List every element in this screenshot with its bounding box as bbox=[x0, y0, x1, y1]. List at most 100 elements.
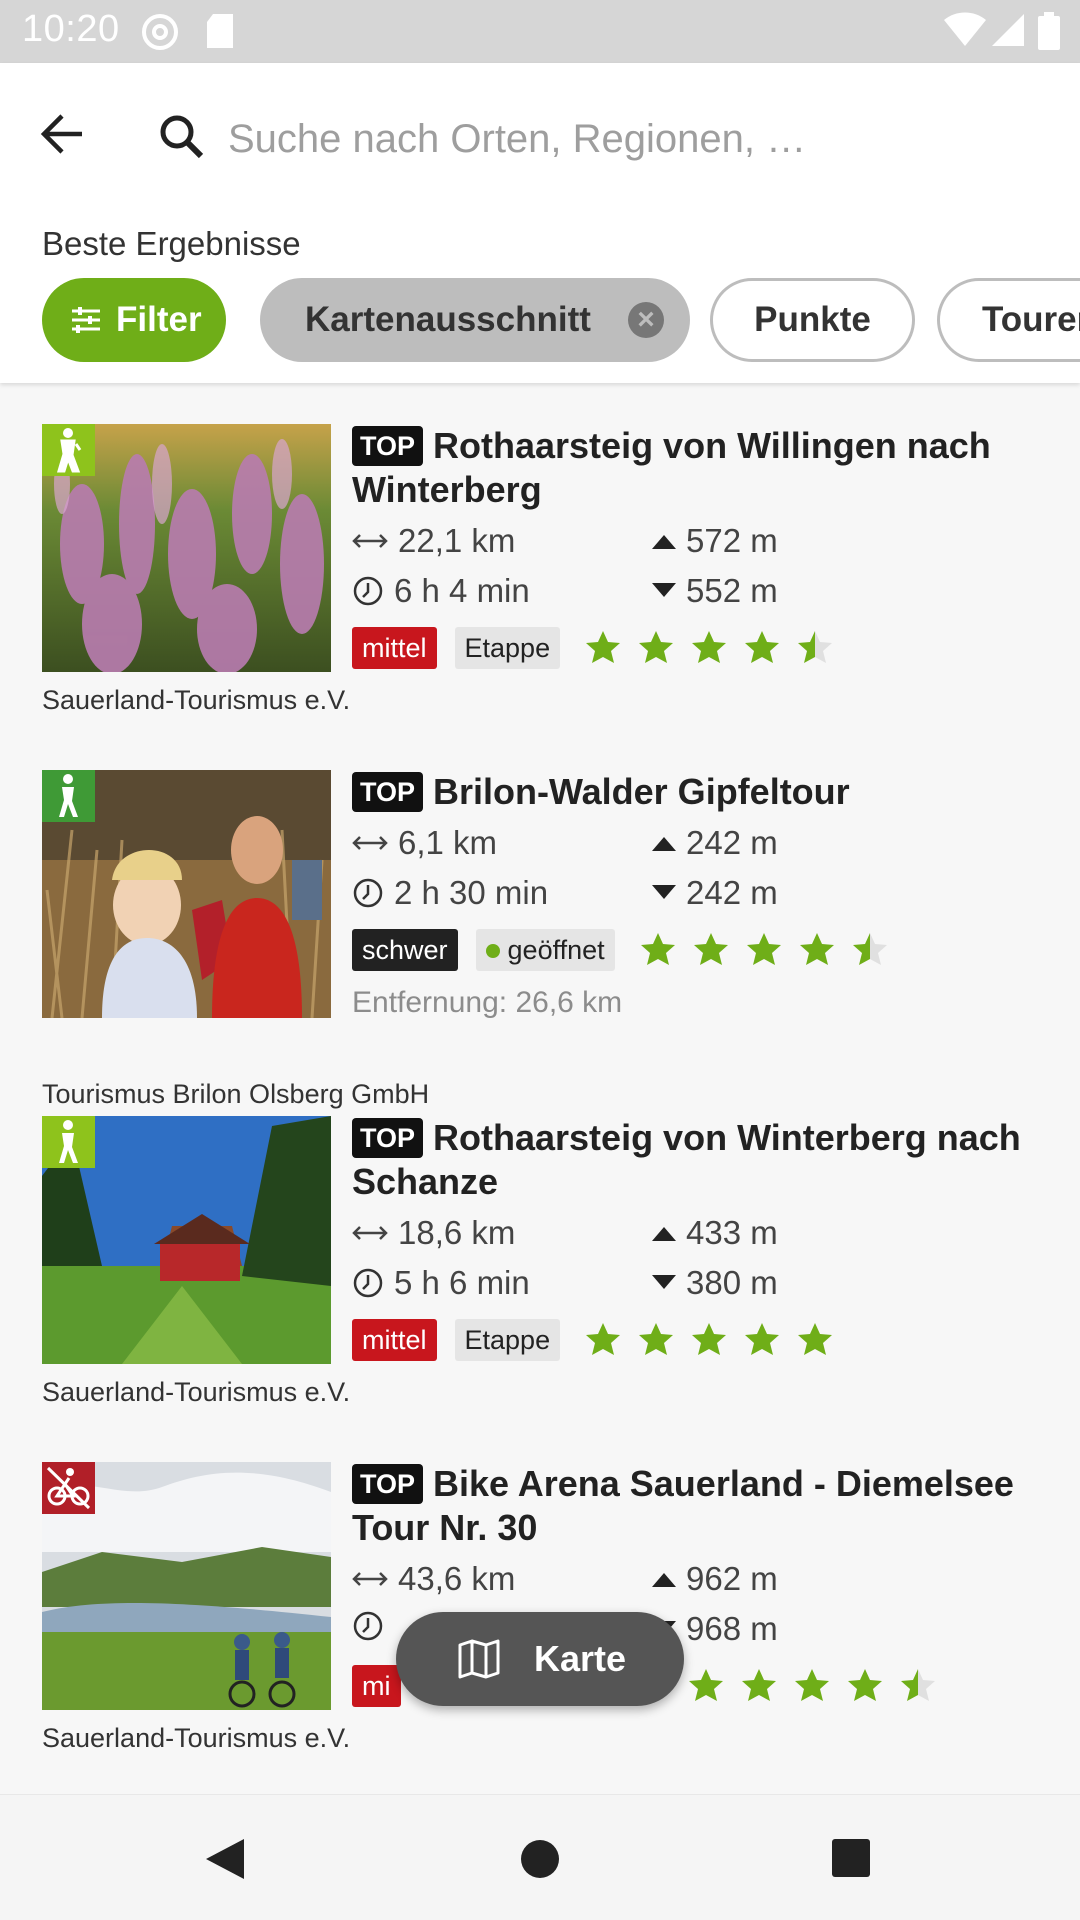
top-badge: TOP bbox=[352, 1464, 424, 1504]
star-icon bbox=[692, 631, 727, 663]
tour-tags: schwer geöffnet bbox=[352, 926, 1052, 974]
tour-source: Sauerland-Tourismus e.V. bbox=[42, 1723, 351, 1753]
hiking-icon bbox=[42, 1116, 95, 1168]
filter-chip-row: Filter Kartenausschnitt × Punkte Touren bbox=[42, 278, 1080, 362]
nav-recents-icon[interactable] bbox=[832, 1839, 870, 1877]
duration-stat bbox=[352, 1610, 394, 1642]
difficulty-badge: mittel bbox=[352, 1319, 437, 1361]
ascent-stat: 433 m bbox=[652, 1214, 778, 1252]
star-icon bbox=[900, 1669, 935, 1701]
tour-image-house bbox=[42, 1116, 331, 1364]
filter-chip-label: Filter bbox=[116, 300, 202, 339]
map-icon bbox=[458, 1639, 500, 1679]
ascent-icon bbox=[652, 837, 676, 851]
hiking-icon bbox=[42, 770, 95, 822]
search-input[interactable] bbox=[228, 113, 1028, 165]
tour-info: TOP Rothaarsteig von Winterberg nach Scha… bbox=[352, 1116, 1052, 1364]
distance-stat: 43,6 km bbox=[352, 1560, 515, 1598]
tour-source: Sauerland-Tourismus e.V. bbox=[42, 1377, 351, 1407]
difficulty-badge: mittel bbox=[352, 627, 437, 669]
descent-stat: 242 m bbox=[652, 874, 778, 912]
tour-stats: 18,6 km 433 m 5 h 6 min 380 m bbox=[352, 1208, 1052, 1312]
star-icon bbox=[639, 1323, 674, 1355]
distance-from-location: Entfernung: 26,6 km bbox=[352, 986, 623, 1019]
ascent-stat: 572 m bbox=[652, 522, 778, 560]
ascent-stat: 962 m bbox=[652, 1560, 778, 1598]
ascent-icon bbox=[652, 1227, 676, 1241]
tour-title: TOP Rothaarsteig von Winterberg nach Scha… bbox=[352, 1117, 1021, 1202]
back-arrow-icon[interactable] bbox=[36, 108, 88, 160]
tour-stats: 22,1 km 572 m 6 h 4 min 552 m bbox=[352, 516, 1052, 620]
signal-icon bbox=[992, 14, 1024, 46]
star-icon bbox=[693, 933, 728, 965]
nav-back-icon[interactable] bbox=[204, 1837, 246, 1881]
clock-icon bbox=[353, 1268, 383, 1298]
sd-card-icon bbox=[207, 14, 233, 48]
distance-arrows-icon bbox=[352, 1226, 388, 1240]
stage-badge: Etappe bbox=[454, 627, 561, 669]
star-icon bbox=[741, 1669, 776, 1701]
ascent-icon bbox=[652, 1573, 676, 1587]
descent-stat: 552 m bbox=[652, 572, 778, 610]
star-icon bbox=[847, 1669, 882, 1701]
distance-arrows-icon bbox=[352, 1572, 388, 1586]
tour-stats: 6,1 km 242 m 2 h 30 min 242 m bbox=[352, 818, 1052, 922]
clock-icon bbox=[353, 878, 383, 908]
wifi-icon bbox=[944, 12, 986, 46]
star-icon bbox=[798, 1323, 833, 1355]
tour-source: Sauerland-Tourismus e.V. bbox=[42, 685, 351, 715]
filter-sliders-icon bbox=[72, 307, 100, 333]
star-icon bbox=[794, 1669, 829, 1701]
distance-stat: 6,1 km bbox=[352, 824, 497, 862]
tour-source: Tourismus Brilon Olsberg GmbH bbox=[42, 1079, 430, 1109]
descent-icon bbox=[652, 885, 676, 899]
rating-stars bbox=[584, 629, 849, 667]
clock-icon bbox=[353, 1611, 383, 1641]
star-icon bbox=[746, 933, 781, 965]
rating-stars bbox=[687, 1667, 952, 1705]
duration-stat: 2 h 30 min bbox=[352, 874, 548, 912]
duration-stat: 6 h 4 min bbox=[352, 572, 530, 610]
mountainbike-icon bbox=[42, 1462, 95, 1514]
nav-home-icon[interactable] bbox=[520, 1839, 560, 1879]
tour-image-lake bbox=[42, 1462, 331, 1710]
star-icon bbox=[640, 933, 675, 965]
search-header: Beste Ergebnisse Filter Kartenausschnitt… bbox=[0, 63, 1080, 383]
tour-title: TOP Rothaarsteig von Willingen nach Winte… bbox=[352, 425, 991, 510]
map-button[interactable]: Karte bbox=[396, 1612, 684, 1706]
remove-chip-icon[interactable]: × bbox=[628, 302, 664, 338]
star-icon bbox=[692, 1323, 727, 1355]
star-icon bbox=[586, 631, 621, 663]
star-icon bbox=[799, 933, 834, 965]
ascent-icon bbox=[652, 535, 676, 549]
tour-title: TOP Brilon-Walder Gipfeltour bbox=[352, 770, 1052, 814]
status-time: 10:20 bbox=[22, 8, 120, 50]
search-icon bbox=[160, 115, 204, 159]
star-icon bbox=[688, 1669, 723, 1701]
tour-info: TOP Rothaarsteig von Willingen nach Winte… bbox=[352, 424, 1052, 672]
battery-icon bbox=[1038, 12, 1060, 50]
rating-stars bbox=[584, 1321, 849, 1359]
clock-icon bbox=[353, 576, 383, 606]
descent-icon bbox=[652, 583, 676, 597]
difficulty-badge: schwer bbox=[352, 929, 458, 971]
top-badge: TOP bbox=[352, 426, 424, 466]
section-title: Beste Ergebnisse bbox=[42, 225, 301, 262]
stage-badge: Etappe bbox=[454, 1319, 561, 1361]
tours-chip[interactable]: Touren bbox=[937, 278, 1080, 362]
star-icon bbox=[745, 1323, 780, 1355]
points-chip-label: Punkte bbox=[754, 300, 871, 339]
map-button-label: Karte bbox=[534, 1638, 627, 1679]
tour-info: TOP Brilon-Walder Gipfeltour 6,1 km 242 m… bbox=[352, 770, 1052, 1020]
system-navigation-bar bbox=[0, 1794, 1080, 1920]
rating-stars bbox=[639, 931, 904, 969]
map-section-chip-label: Kartenausschnitt bbox=[305, 300, 591, 339]
star-icon bbox=[586, 1323, 621, 1355]
distance-stat: 22,1 km bbox=[352, 522, 515, 560]
duration-stat: 5 h 6 min bbox=[352, 1264, 530, 1302]
hiking-icon bbox=[42, 424, 95, 476]
map-section-chip[interactable]: Kartenausschnitt × bbox=[260, 278, 690, 362]
points-chip[interactable]: Punkte bbox=[710, 278, 915, 362]
tour-image-hikers bbox=[42, 770, 331, 1018]
filter-chip[interactable]: Filter bbox=[42, 278, 226, 362]
